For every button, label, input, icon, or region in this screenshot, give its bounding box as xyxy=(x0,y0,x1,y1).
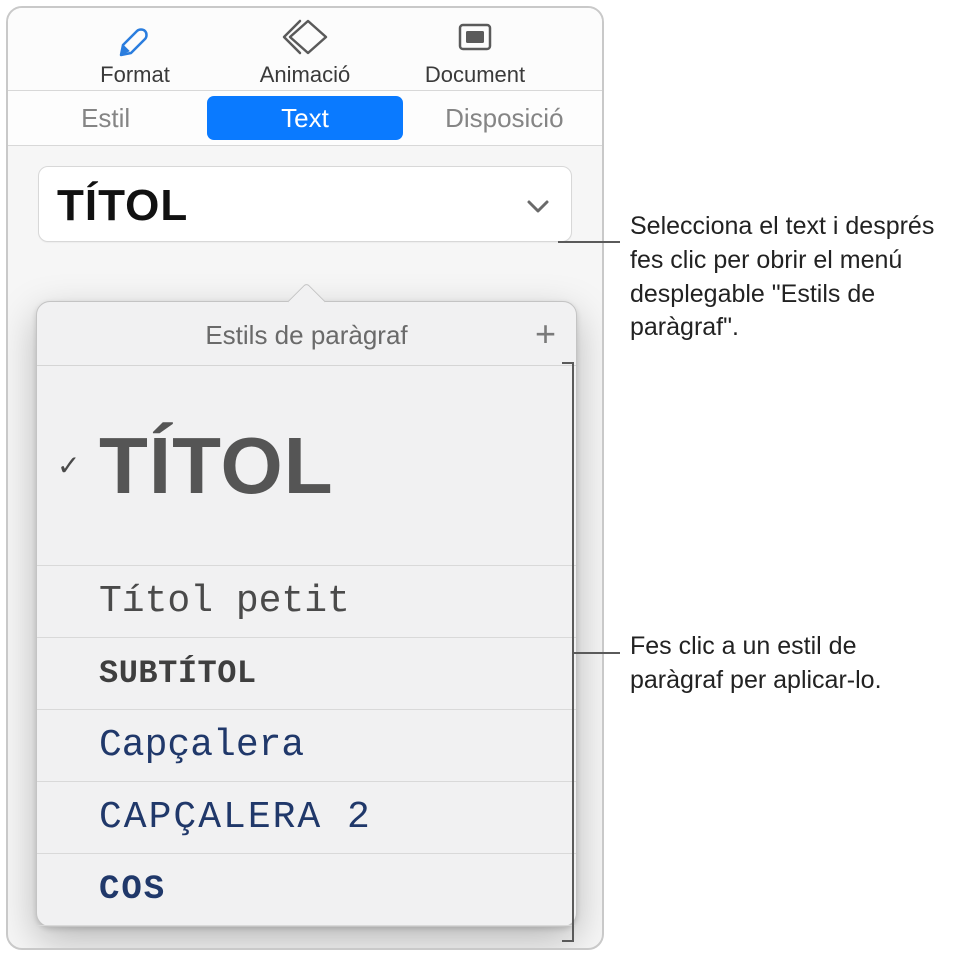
paragraph-style-selector[interactable]: TÍTOL xyxy=(38,166,572,242)
style-preview-label: Capçalera xyxy=(99,724,556,767)
style-preview-label: TÍTOL xyxy=(99,426,556,506)
popover-title: Estils de paràgraf xyxy=(205,320,407,351)
toolbar-document-label: Document xyxy=(425,62,525,88)
add-style-button[interactable]: + xyxy=(535,316,556,352)
callout-open-menu: Selecciona el text i després fes clic pe… xyxy=(630,210,960,345)
paragraph-style-list: ✓TÍTOL Títol petit SUBTÍTOL Capçalera CAPÇAL… xyxy=(37,366,576,926)
tabs: Estil Text Disposició xyxy=(8,90,602,146)
style-preview-label: SUBTÍTOL xyxy=(99,655,556,692)
tab-text[interactable]: Text xyxy=(207,96,402,140)
style-preview-label: CAPÇALERA 2 xyxy=(99,796,556,839)
toolbar-document[interactable]: Document xyxy=(405,14,545,88)
inspector-panel: Format Animació Document Estil Text xyxy=(6,6,604,950)
chevron-down-icon xyxy=(523,191,553,221)
callout-apply-style: Fes clic a un estil de paràgraf per apli… xyxy=(630,630,950,698)
toolbar-animate-label: Animació xyxy=(260,62,350,88)
document-icon xyxy=(453,14,497,60)
style-row[interactable]: SUBTÍTOL xyxy=(37,638,576,710)
toolbar-format[interactable]: Format xyxy=(65,14,205,88)
toolbar-format-label: Format xyxy=(100,62,170,88)
tab-layout[interactable]: Disposició xyxy=(407,91,602,145)
style-preview-label: COS xyxy=(99,871,556,909)
style-preview-label: Títol petit xyxy=(99,580,556,623)
callout-line xyxy=(574,652,620,654)
style-row[interactable]: ✓TÍTOL xyxy=(37,366,576,566)
paragraph-style-selector-wrap: TÍTOL xyxy=(8,146,602,242)
current-style-label: TÍTOL xyxy=(57,181,188,231)
style-row[interactable]: COS xyxy=(37,854,576,926)
diamond-icon xyxy=(280,14,330,60)
paragraph-styles-popover: Estils de paràgraf + ✓TÍTOL Títol petit SU… xyxy=(36,301,577,927)
tab-style[interactable]: Estil xyxy=(8,91,203,145)
callout-line xyxy=(558,241,620,243)
style-row[interactable]: Títol petit xyxy=(37,566,576,638)
toolbar: Format Animació Document xyxy=(8,8,602,90)
style-row[interactable]: CAPÇALERA 2 xyxy=(37,782,576,854)
checkmark-icon: ✓ xyxy=(57,449,99,482)
popover-header: Estils de paràgraf + xyxy=(37,302,576,366)
brush-icon xyxy=(113,14,157,60)
toolbar-animate[interactable]: Animació xyxy=(235,14,375,88)
style-row[interactable]: Capçalera xyxy=(37,710,576,782)
